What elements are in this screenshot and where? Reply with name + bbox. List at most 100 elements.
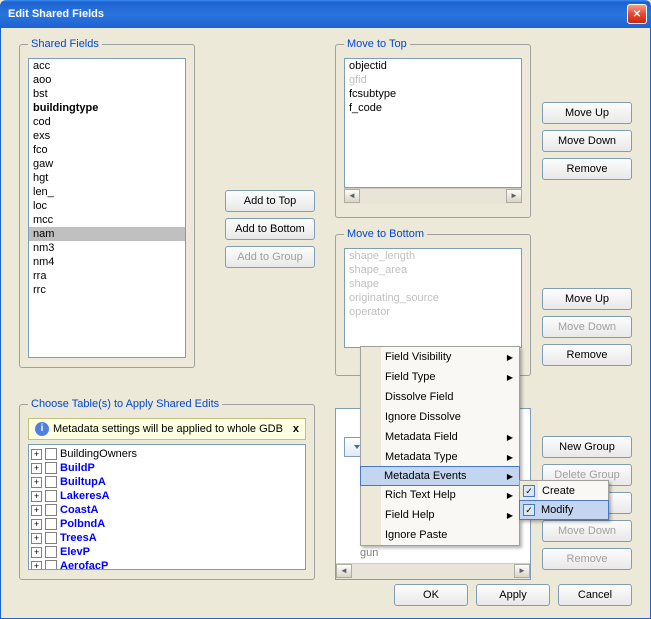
group-move-down-button[interactable]: Move Down [542,520,632,542]
bottom-item[interactable]: operator [345,305,521,319]
checkbox[interactable] [45,532,57,544]
tree-item[interactable]: +CoastA [31,503,303,517]
shared-field-item[interactable]: cod [29,115,185,129]
choose-tables-group: Choose Table(s) to Apply Shared Edits i … [19,398,315,580]
checkbox[interactable] [45,490,57,502]
move-to-top-list[interactable]: objectidgfidfcsubtypef_code [344,58,522,188]
expand-icon[interactable]: + [31,547,42,558]
add-button-column: Add to Top Add to Bottom Add to Group [225,190,315,274]
shared-field-item[interactable]: hgt [29,171,185,185]
shared-field-item[interactable]: buildingtype [29,101,185,115]
tables-tree[interactable]: + BuildingOwners+BuildP+BuiltupA+LakeresA… [28,444,306,570]
add-to-top-button[interactable]: Add to Top [225,190,315,212]
expand-icon[interactable]: + [31,505,42,516]
expand-icon[interactable]: + [31,463,42,474]
shared-field-item[interactable]: nam [29,227,185,241]
tree-item[interactable]: +BuiltupA [31,475,303,489]
top-item[interactable]: objectid [345,59,521,73]
checkbox[interactable] [45,462,57,474]
move-to-bottom-legend: Move to Bottom [344,228,427,240]
checkbox[interactable] [45,504,57,516]
checkbox[interactable] [45,448,57,460]
context-submenu[interactable]: ✓Create✓Modify [519,480,609,520]
tree-item[interactable]: +ElevP [31,545,303,559]
menu-label: Metadata Field [385,431,458,443]
titlebar[interactable]: Edit Shared Fields ✕ [0,0,651,28]
close-button[interactable]: ✕ [627,4,647,24]
tree-item[interactable]: +BuildP [31,461,303,475]
expand-icon[interactable]: + [31,533,42,544]
checkbox[interactable] [45,476,57,488]
menu-item[interactable]: Metadata Events▶ [360,466,520,486]
menu-item[interactable]: Field Help▶ [361,505,519,525]
shared-field-item[interactable]: fco [29,143,185,157]
menu-item[interactable]: Metadata Type▶ [361,447,519,467]
tree-item[interactable]: + BuildingOwners [31,447,303,461]
shared-field-item[interactable]: exs [29,129,185,143]
info-text: Metadata settings will be applied to who… [53,423,283,435]
submenu-item[interactable]: ✓Modify [519,500,609,520]
checkbox[interactable] [45,518,57,530]
cancel-button[interactable]: Cancel [558,584,632,606]
bottom-move-down-button[interactable]: Move Down [542,316,632,338]
menu-item[interactable]: Rich Text Help▶ [361,485,519,505]
expand-icon[interactable]: + [31,491,42,502]
move-to-bottom-list[interactable]: shape_lengthshape_areashapeoriginating_s… [344,248,522,348]
info-close-icon[interactable]: x [293,423,299,435]
add-to-bottom-button[interactable]: Add to Bottom [225,218,315,240]
bottom-remove-button[interactable]: Remove [542,344,632,366]
expand-icon[interactable]: + [31,561,42,571]
menu-item[interactable]: Field Visibility▶ [361,347,519,367]
menu-label: Metadata Events [384,470,467,482]
shared-field-item[interactable]: acc [29,59,185,73]
top-remove-button[interactable]: Remove [542,158,632,180]
shared-field-item[interactable]: loc [29,199,185,213]
tree-label: PolbndA [60,518,105,530]
context-menu[interactable]: Field Visibility▶Field Type▶Dissolve Fie… [360,346,520,546]
top-item[interactable]: f_code [345,101,521,115]
shared-field-item[interactable]: gaw [29,157,185,171]
tree-item[interactable]: + PolbndA [31,517,303,531]
shared-field-item[interactable]: rra [29,269,185,283]
apply-button[interactable]: Apply [476,584,550,606]
top-item[interactable]: fcsubtype [345,87,521,101]
new-group-button[interactable]: New Group [542,436,632,458]
group-remove-button[interactable]: Remove [542,548,632,570]
shared-field-item[interactable]: bst [29,87,185,101]
bottom-item[interactable]: originating_source [345,291,521,305]
tree-item[interactable]: +TreesA [31,531,303,545]
bottom-item[interactable]: shape [345,277,521,291]
tree-item[interactable]: +LakeresA [31,489,303,503]
shared-field-item[interactable]: rrc [29,283,185,297]
submenu-item[interactable]: ✓Create [520,481,608,501]
shared-field-item[interactable]: len_ [29,185,185,199]
menu-item[interactable]: Ignore Dissolve [361,407,519,427]
add-to-group-button[interactable]: Add to Group [225,246,315,268]
menu-item[interactable]: Metadata Field▶ [361,427,519,447]
ok-button[interactable]: OK [394,584,468,606]
shared-fields-list[interactable]: accaoobstbuildingtypecodexsfcogawhgtlen_… [28,58,186,358]
checkbox[interactable] [45,560,57,570]
tree-item[interactable]: +AerofacP [31,559,303,570]
expand-icon[interactable]: + [31,449,42,460]
top-move-down-button[interactable]: Move Down [542,130,632,152]
expand-icon[interactable]: + [31,519,42,530]
bottom-move-up-button[interactable]: Move Up [542,288,632,310]
hscroll[interactable]: ◄► [336,563,530,579]
shared-field-item[interactable]: nm3 [29,241,185,255]
checkbox[interactable] [45,546,57,558]
top-item[interactable]: gfid [345,73,521,87]
hscroll[interactable]: ◄► [344,188,522,204]
shared-field-item[interactable]: aoo [29,73,185,87]
expand-icon[interactable]: + [31,477,42,488]
menu-item[interactable]: Ignore Paste [361,525,519,545]
submenu-arrow-icon: ▶ [507,453,513,462]
menu-item[interactable]: Dissolve Field [361,387,519,407]
bottom-item[interactable]: shape_length [345,249,521,263]
bottom-item[interactable]: shape_area [345,263,521,277]
top-move-up-button[interactable]: Move Up [542,102,632,124]
shared-field-item[interactable]: mcc [29,213,185,227]
shared-field-item[interactable]: nm4 [29,255,185,269]
menu-item[interactable]: Field Type▶ [361,367,519,387]
tree-label: BuildingOwners [60,448,137,460]
